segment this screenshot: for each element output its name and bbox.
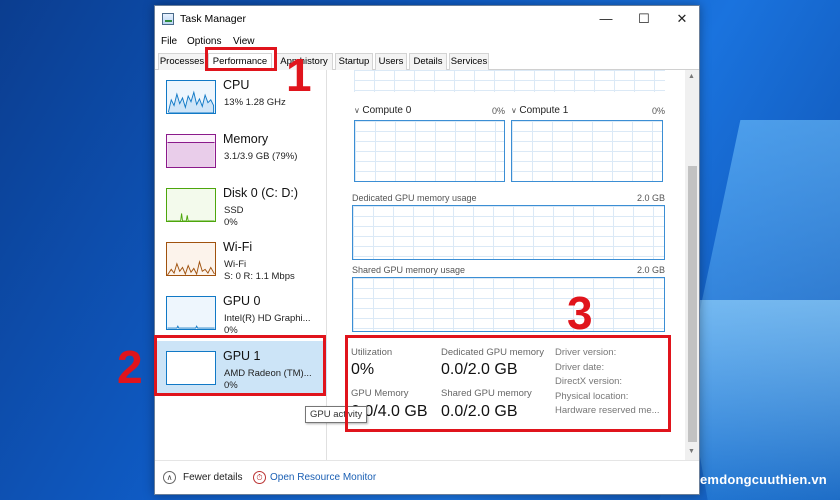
dedicated-graph-max: 2.0 GB [636, 193, 665, 203]
scroll-down-icon[interactable]: ▼ [688, 448, 695, 455]
resource-detail: 3.1/3.9 GB (79%) [224, 151, 298, 162]
resource-name: Memory [223, 132, 269, 146]
annotation-box-gpu1 [154, 335, 326, 396]
resource-name: GPU 0 [223, 294, 261, 308]
dedicated-graph-label: Dedicated GPU memory usage [352, 193, 477, 203]
resource-detail: 13% 1.28 GHz [224, 97, 286, 108]
resource-detail: Intel(R) HD Graphi... [224, 313, 311, 324]
gpu0-graph-thumbnail [166, 296, 216, 330]
resource-name: Disk 0 (C: D:) [223, 186, 298, 200]
sidebar-item-gpu-0[interactable]: GPU 0 Intel(R) HD Graphi... 0% [155, 286, 327, 340]
tab-services[interactable]: Services [449, 53, 489, 70]
gpu-engine-graphs-top [354, 70, 665, 92]
sidebar-item-disk[interactable]: Disk 0 (C: D:) SSD 0% [155, 178, 327, 232]
sidebar-item-memory[interactable]: Memory 3.1/3.9 GB (79%) [155, 124, 327, 178]
resource-sidebar: CPU 13% 1.28 GHz Memory 3.1/3.9 GB (79%)… [155, 70, 327, 460]
resource-detail: Wi-Fi [224, 259, 247, 270]
chevron-down-icon: ∨ [354, 106, 360, 115]
footer-bar: ∧ Fewer details ⏱ Open Resource Monitor [155, 460, 699, 494]
compute1-label[interactable]: ∨ Compute 1 [511, 105, 568, 116]
resource-detail: S: 0 R: 1.1 Mbps [224, 271, 295, 282]
chevron-up-icon[interactable]: ∧ [163, 471, 176, 484]
graph-label: Compute 0 [362, 105, 412, 116]
compute0-graph [354, 120, 505, 182]
open-resource-monitor-link[interactable]: Open Resource Monitor [270, 472, 376, 483]
vertical-scrollbar[interactable]: ▲ ▼ [685, 70, 699, 460]
annotation-number-1: 1 [286, 49, 312, 101]
resource-detail: SSD [224, 205, 244, 216]
minimize-button[interactable]: — [591, 8, 621, 30]
resource-name: Wi-Fi [223, 240, 253, 254]
disk-graph-thumbnail [166, 188, 216, 222]
scrollbar-thumb[interactable] [688, 166, 697, 442]
close-button[interactable]: ✕ [667, 8, 697, 30]
memory-graph-thumbnail [166, 134, 216, 168]
annotation-box-performance-tab [205, 47, 277, 71]
tab-startup[interactable]: Startup [335, 53, 373, 70]
sidebar-item-wifi[interactable]: Wi-Fi Wi-Fi S: 0 R: 1.1 Mbps [155, 232, 327, 286]
menu-options[interactable]: Options [187, 36, 221, 47]
maximize-button[interactable]: ☐ [629, 8, 659, 30]
annotation-number-2: 2 [117, 341, 143, 393]
compute0-max: 0% [491, 106, 505, 116]
cpu-graph-thumbnail [166, 80, 216, 114]
compute1-max: 0% [651, 106, 665, 116]
chevron-down-icon: ∨ [511, 106, 517, 115]
shared-memory-graph [352, 277, 665, 332]
annotation-number-3: 3 [567, 287, 593, 339]
tab-details[interactable]: Details [409, 53, 447, 70]
site-watermark: emdongcuuthien.vn [700, 472, 827, 487]
compute1-graph [511, 120, 663, 182]
wifi-graph-thumbnail [166, 242, 216, 276]
compute0-label[interactable]: ∨ Compute 0 [354, 105, 411, 116]
resource-detail: 0% [224, 217, 238, 228]
resource-monitor-icon: ⏱ [253, 471, 266, 484]
scroll-up-icon[interactable]: ▲ [688, 73, 695, 80]
task-manager-icon [162, 13, 174, 25]
shared-graph-max: 2.0 GB [636, 265, 665, 275]
title-bar[interactable]: Task Manager — ☐ ✕ [155, 6, 699, 33]
annotation-box-gpu-stats [345, 335, 671, 432]
fewer-details-link[interactable]: Fewer details [183, 472, 242, 483]
shared-graph-label: Shared GPU memory usage [352, 265, 466, 275]
window-title: Task Manager [180, 13, 246, 25]
graph-label: Compute 1 [519, 105, 569, 116]
tab-processes[interactable]: Processes [158, 53, 206, 70]
tab-users[interactable]: Users [375, 53, 407, 70]
dedicated-memory-graph [352, 205, 665, 260]
resource-name: CPU [223, 78, 250, 92]
menu-view[interactable]: View [233, 36, 255, 47]
menu-file[interactable]: File [161, 36, 177, 47]
